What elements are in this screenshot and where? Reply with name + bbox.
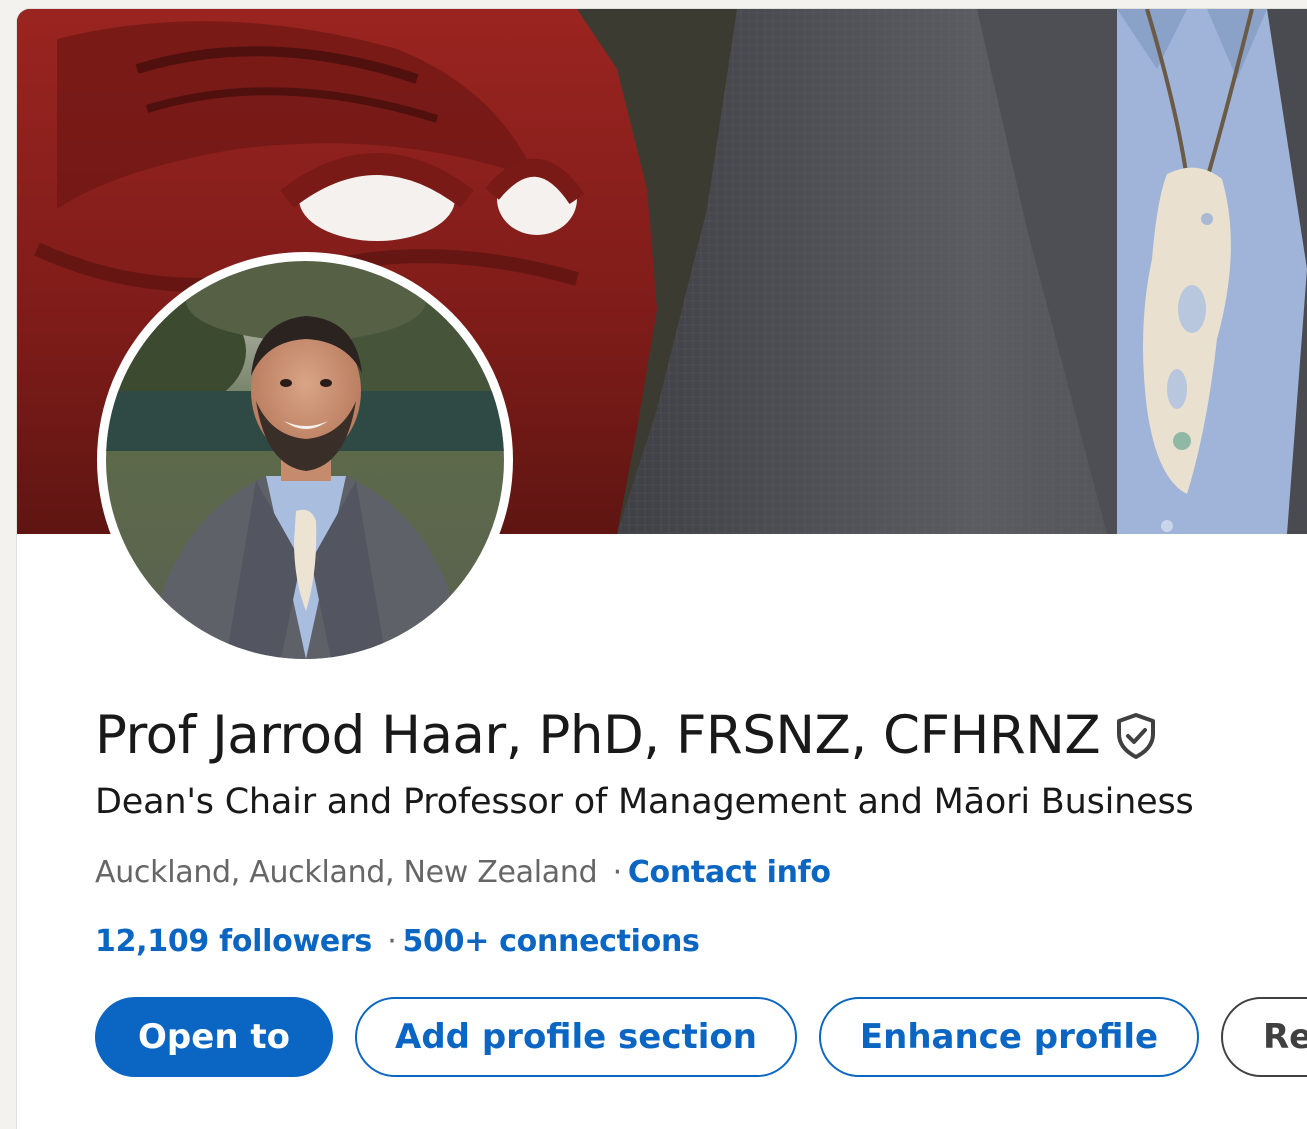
profile-photo-frame bbox=[97, 252, 513, 668]
profile-avatar[interactable] bbox=[106, 261, 504, 659]
add-profile-section-button[interactable]: Add profile section bbox=[355, 997, 797, 1077]
contact-info-link[interactable]: Contact info bbox=[628, 855, 831, 890]
profile-location: Auckland, Auckland, New Zealand bbox=[95, 855, 598, 890]
resources-button[interactable]: Res bbox=[1221, 997, 1307, 1077]
profile-headline: Dean's Chair and Professor of Management… bbox=[95, 782, 1194, 822]
open-to-button[interactable]: Open to bbox=[95, 997, 333, 1077]
profile-actions: Open to Add profile section Enhance prof… bbox=[95, 997, 1307, 1077]
profile-name: Prof Jarrod Haar, PhD, FRSNZ, CFHRNZ bbox=[95, 705, 1101, 766]
separator-dot: · bbox=[612, 855, 623, 890]
enhance-profile-button[interactable]: Enhance profile bbox=[819, 997, 1199, 1077]
profile-stats-row: 12,109 followers · 500+ connections bbox=[95, 924, 700, 959]
separator-dot: · bbox=[387, 924, 397, 959]
followers-link[interactable]: 12,109 followers bbox=[95, 924, 372, 959]
verified-shield-icon[interactable] bbox=[1110, 710, 1162, 762]
profile-location-row: Auckland, Auckland, New Zealand · Contact… bbox=[95, 855, 831, 890]
profile-card: Prof Jarrod Haar, PhD, FRSNZ, CFHRNZ Dea… bbox=[16, 8, 1307, 1129]
connections-link[interactable]: 500+ connections bbox=[402, 924, 699, 959]
profile-name-row: Prof Jarrod Haar, PhD, FRSNZ, CFHRNZ bbox=[95, 705, 1162, 766]
